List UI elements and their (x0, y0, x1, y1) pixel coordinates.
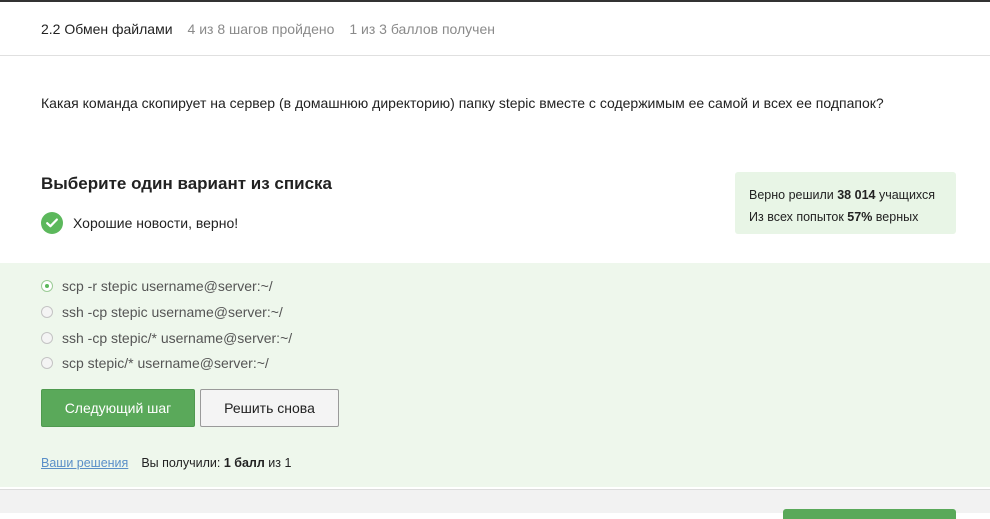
attempts-percent: 57% (847, 210, 873, 224)
option-1[interactable]: scp -r stepic username@server:~/ (41, 278, 273, 294)
solutions-link[interactable]: Ваши решения (41, 456, 128, 470)
score-prefix: Вы получили: (141, 456, 221, 470)
option-3[interactable]: ssh -cp stepic/* username@server:~/ (41, 330, 292, 346)
score-line: Ваши решения Вы получили: 1 балл из 1 (41, 456, 291, 470)
feedback-text: Хорошие новости, верно! (73, 215, 239, 231)
retry-button[interactable]: Решить снова (200, 389, 339, 427)
correct-feedback: Хорошие новости, верно! (41, 212, 238, 234)
points-progress: 1 из 3 баллов получен (349, 20, 495, 37)
lesson-title[interactable]: 2.2 Обмен файлами (41, 21, 173, 37)
option-label: ssh -cp stepic/* username@server:~/ (62, 330, 293, 346)
lesson-header: 2.2 Обмен файлами 4 из 8 шагов пройдено … (0, 2, 990, 56)
attempts-stat: Из всех попыток 57% верных (749, 210, 919, 224)
option-label: scp -r stepic username@server:~/ (62, 278, 273, 294)
radio-button-selected[interactable] (41, 280, 53, 292)
radio-button[interactable] (41, 357, 53, 369)
question-text: Какая команда скопирует на сервер (в дом… (41, 95, 884, 111)
checkmark-icon (41, 212, 63, 234)
option-4[interactable]: scp stepic/* username@server:~/ (41, 355, 269, 371)
next-step-button[interactable]: Следующий шаг (41, 389, 195, 427)
radio-button[interactable] (41, 332, 53, 344)
answer-area (0, 263, 990, 487)
solved-count: 38 014 (837, 188, 876, 202)
score-suffix: из 1 (268, 456, 292, 470)
radio-button[interactable] (41, 306, 53, 318)
bottom-next-button[interactable] (783, 509, 956, 519)
score-value: 1 балл (223, 456, 265, 470)
option-label: ssh -cp stepic username@server:~/ (62, 304, 283, 320)
steps-progress: 4 из 8 шагов пройдено (187, 20, 335, 37)
option-label: scp stepic/* username@server:~/ (62, 355, 269, 371)
solved-stat: Верно решили 38 014 учащихся (749, 188, 936, 202)
option-2[interactable]: ssh -cp stepic username@server:~/ (41, 304, 283, 320)
quiz-instruction: Выберите один вариант из списка (41, 174, 332, 193)
stats-box: Верно решили 38 014 учащихся Из всех поп… (735, 172, 956, 234)
